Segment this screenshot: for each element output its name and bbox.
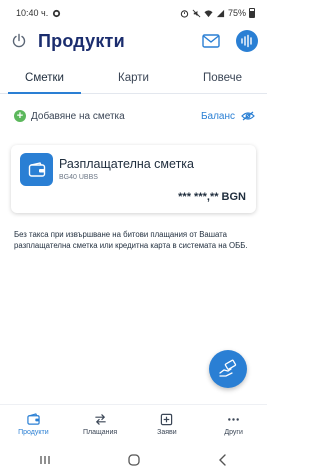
accounts-actions-row: + Добавяне на сметка Баланс bbox=[14, 108, 255, 124]
plus-square-icon bbox=[161, 413, 173, 426]
nav-payments[interactable]: Плащания bbox=[67, 405, 134, 444]
nav-products[interactable]: Продукти bbox=[0, 405, 67, 444]
wallet-icon bbox=[28, 161, 45, 177]
tab-bar: Сметки Карти Повече bbox=[0, 62, 267, 94]
tab-accounts[interactable]: Сметки bbox=[0, 62, 89, 94]
payment-fab-button[interactable] bbox=[209, 350, 247, 388]
nav-other-label: Други bbox=[224, 429, 243, 436]
tab-more[interactable]: Повече bbox=[178, 62, 267, 93]
nav-requests[interactable]: Заяви bbox=[134, 405, 201, 444]
promo-text: Без такса при извършване на битови плаща… bbox=[14, 230, 248, 250]
plus-icon: + bbox=[14, 110, 26, 122]
page-title: Продукти bbox=[38, 31, 125, 51]
hand-card-icon bbox=[219, 359, 237, 377]
status-bar: 10:40 ч. 75% bbox=[0, 0, 267, 26]
more-dots-icon bbox=[228, 418, 240, 421]
wallet-icon bbox=[27, 413, 40, 425]
add-account-label: Добавяне на сметка bbox=[31, 110, 125, 122]
transfer-arrows-icon bbox=[94, 414, 106, 425]
balance-label: Баланс bbox=[200, 110, 235, 122]
status-right: 75% bbox=[180, 8, 255, 18]
account-wallet-icon bbox=[20, 153, 53, 186]
account-name: Разплащателна сметка bbox=[59, 157, 194, 171]
mute-icon bbox=[192, 9, 201, 17]
system-navigation-bar bbox=[0, 444, 267, 476]
tab-cards[interactable]: Карти bbox=[89, 62, 178, 93]
app-header: Продукти bbox=[0, 26, 267, 58]
add-account-button[interactable]: + Добавяне на сметка bbox=[14, 110, 125, 122]
mail-icon[interactable] bbox=[202, 34, 220, 48]
nav-products-label: Продукти bbox=[18, 429, 49, 436]
nav-payments-label: Плащания bbox=[83, 429, 118, 436]
eye-off-icon bbox=[241, 111, 255, 121]
wifi-icon bbox=[204, 9, 213, 17]
battery-icon bbox=[249, 8, 255, 18]
bottom-navigation: Продукти Плащания Заяви Други bbox=[0, 404, 267, 444]
power-icon[interactable] bbox=[11, 33, 27, 49]
account-iban: BG40 UBBS bbox=[59, 174, 98, 181]
nav-requests-label: Заяви bbox=[157, 429, 177, 436]
battery-percent: 75% bbox=[227, 8, 246, 18]
account-balance: *** ***,** BGN bbox=[178, 191, 246, 203]
signal-icon bbox=[216, 9, 225, 17]
voice-assistant-icon[interactable] bbox=[236, 30, 258, 52]
sound-wave-icon bbox=[241, 34, 252, 48]
balance-visibility-toggle[interactable]: Баланс bbox=[201, 111, 255, 122]
nav-other[interactable]: Други bbox=[200, 405, 267, 444]
status-time: 10:40 ч. bbox=[16, 8, 49, 18]
home-icon[interactable] bbox=[127, 453, 141, 467]
alarm-icon bbox=[180, 9, 189, 18]
status-left: 10:40 ч. bbox=[16, 8, 61, 18]
recent-apps-icon[interactable] bbox=[38, 453, 52, 467]
notification-icon bbox=[53, 9, 61, 17]
back-icon[interactable] bbox=[216, 453, 230, 467]
account-card[interactable]: Разплащателна сметка BG40 UBBS *** ***,*… bbox=[11, 145, 256, 213]
